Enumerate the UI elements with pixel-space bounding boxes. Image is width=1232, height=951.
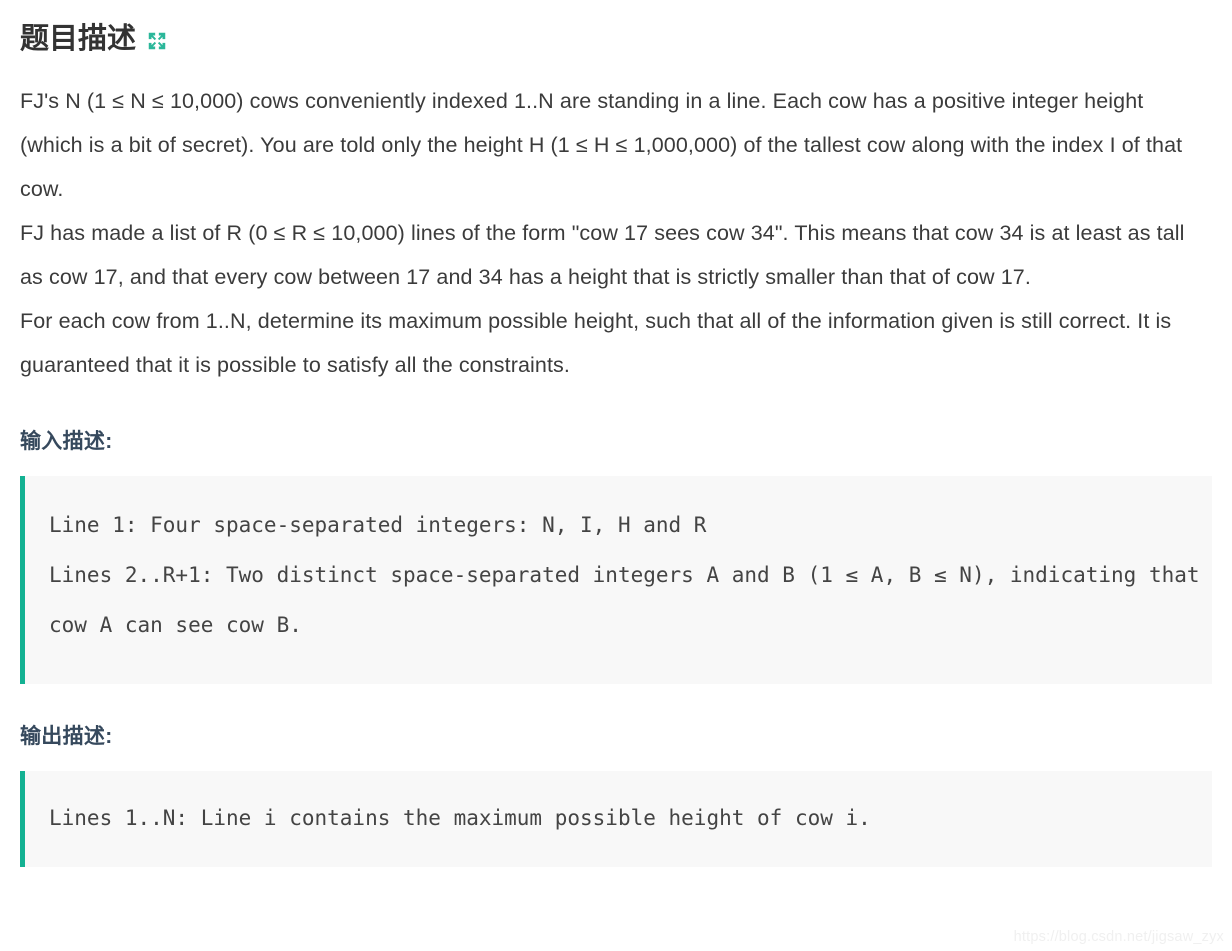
page-title-row: 题目描述 xyxy=(20,0,1212,61)
description-paragraph: FJ's N (1 ≤ N ≤ 10,000) cows convenientl… xyxy=(20,88,1183,201)
input-format-code-block: Line 1: Four space-separated integers: N… xyxy=(20,475,1212,684)
input-description-heading: 输入描述: xyxy=(20,429,113,453)
watermark: https://blog.csdn.net/jigsaw_zyx xyxy=(1013,929,1224,945)
description-body: FJ's N (1 ≤ N ≤ 10,000) cows convenientl… xyxy=(20,79,1212,387)
problem-description-page: 题目描述 FJ's N (1 ≤ N ≤ 10,000) cows conven… xyxy=(0,0,1232,867)
description-paragraph: FJ has made a list of R (0 ≤ R ≤ 10,000)… xyxy=(20,220,1185,289)
output-description-heading: 输出描述: xyxy=(20,724,113,748)
output-format-code-block: Lines 1..N: Line i contains the maximum … xyxy=(20,770,1212,867)
page-title: 题目描述 xyxy=(20,23,137,55)
expand-arrows-icon[interactable] xyxy=(146,30,168,52)
description-paragraph: For each cow from 1..N, determine its ma… xyxy=(20,308,1172,377)
